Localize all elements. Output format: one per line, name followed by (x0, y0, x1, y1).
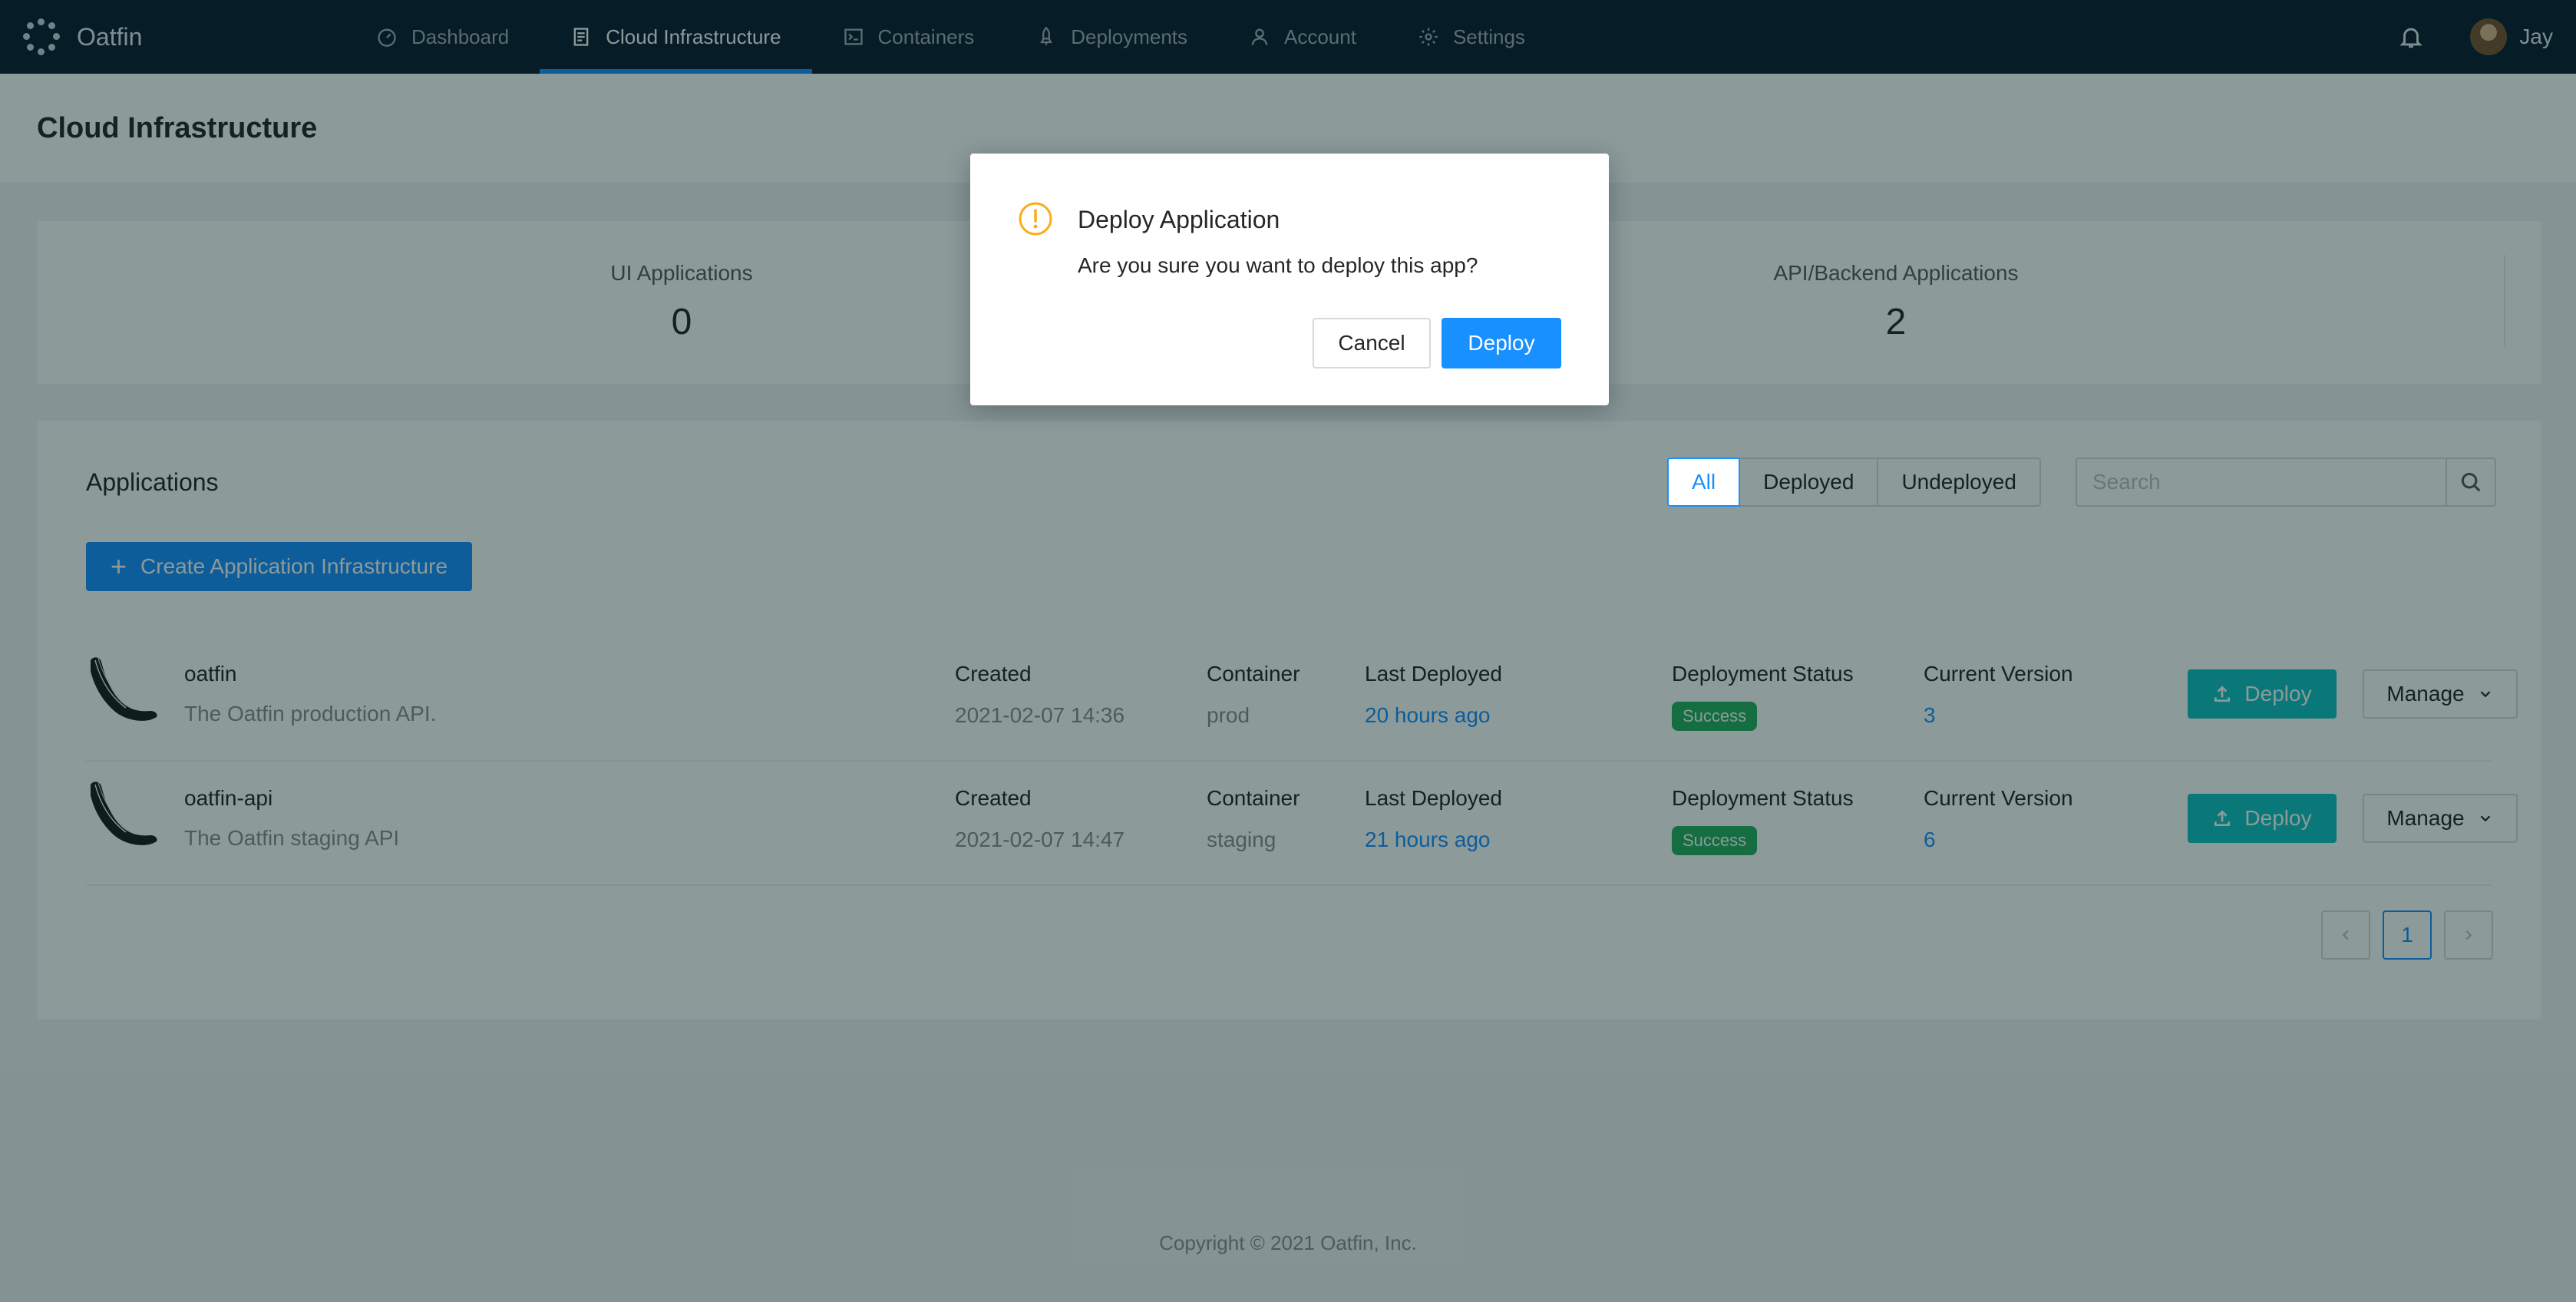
filter-all[interactable]: All (1667, 458, 1741, 507)
warning-icon (1019, 202, 1052, 236)
deploy-confirm-modal: Deploy Application Are you sure you want… (970, 154, 1609, 405)
cancel-button[interactable]: Cancel (1313, 318, 1431, 368)
modal-message: Are you sure you want to deploy this app… (1078, 253, 1478, 277)
confirm-deploy-button[interactable]: Deploy (1442, 318, 1561, 368)
modal-title: Deploy Application (1078, 206, 1280, 233)
